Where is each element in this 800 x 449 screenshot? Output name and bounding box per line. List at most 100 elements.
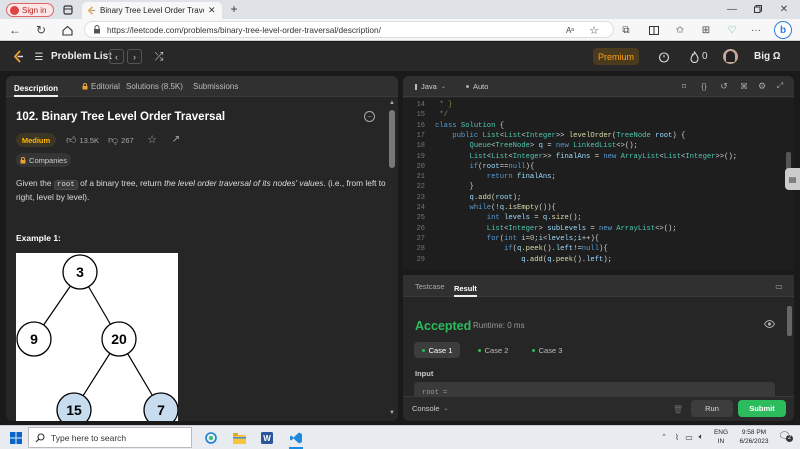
- code-line[interactable]: * }: [435, 100, 452, 110]
- volume-icon[interactable]: 🔈︎: [696, 432, 706, 442]
- read-aloud-icon[interactable]: Aa: [564, 24, 576, 36]
- language-select[interactable]: Java ⌄: [415, 82, 446, 91]
- language-indicator[interactable]: ENG IN: [712, 429, 730, 446]
- code-line[interactable]: int levels = q.size();: [435, 213, 582, 223]
- tab-description[interactable]: Description: [14, 82, 59, 97]
- restore-icon[interactable]: [752, 3, 764, 15]
- tab-solutions[interactable]: Solutions (8.5K): [126, 82, 183, 91]
- close-tab-icon[interactable]: ✕: [208, 5, 216, 16]
- more-options-icon[interactable]: ···: [750, 24, 762, 36]
- side-notes-tab[interactable]: ▤: [785, 168, 800, 190]
- eye-icon[interactable]: [763, 319, 775, 329]
- submit-button[interactable]: Submit: [738, 400, 786, 417]
- console-toggle[interactable]: Console ⌄: [412, 404, 449, 413]
- taskbar-search-box[interactable]: Type here to search: [28, 427, 192, 448]
- problem-list-icon[interactable]: ☰: [33, 51, 45, 63]
- code-line[interactable]: }: [435, 182, 474, 192]
- word-icon[interactable]: W: [260, 431, 274, 445]
- extensions-icon[interactable]: ⧉: [620, 24, 632, 36]
- user-avatar[interactable]: [723, 49, 738, 64]
- bookmark-icon[interactable]: ⌑: [679, 81, 689, 91]
- refresh-icon[interactable]: ↻: [34, 23, 48, 37]
- case-1-tab[interactable]: Case 1: [414, 342, 460, 358]
- tab-editorial[interactable]: Editorial: [82, 82, 120, 91]
- code-line[interactable]: class Solution {: [435, 121, 504, 131]
- address-bar[interactable]: https://leetcode.com/problems/binary-tre…: [84, 21, 614, 38]
- code-area[interactable]: * } */class Solution { public List<List<…: [435, 100, 785, 270]
- code-line[interactable]: if(root==null){: [435, 162, 535, 172]
- star-icon[interactable]: ☆: [146, 133, 158, 146]
- task-view-icon[interactable]: [204, 431, 218, 445]
- profile-button[interactable]: Sign in: [6, 3, 54, 17]
- line-number: 24: [416, 204, 425, 212]
- auto-mode[interactable]: Auto: [466, 82, 488, 91]
- problem-list-link[interactable]: Problem List: [51, 51, 112, 62]
- window-close-icon[interactable]: ✕: [778, 3, 790, 15]
- new-tab-icon[interactable]: +: [228, 2, 240, 16]
- windows-start-icon[interactable]: [9, 431, 22, 444]
- dislike-button[interactable]: 👎︎ 267: [108, 134, 134, 146]
- collections-icon[interactable]: ⊞: [700, 24, 712, 36]
- workspaces-icon[interactable]: [62, 4, 74, 16]
- battery-icon[interactable]: ▭: [684, 432, 694, 442]
- premium-button[interactable]: Premium: [593, 48, 639, 65]
- favorite-icon[interactable]: ☆: [588, 24, 600, 37]
- code-line[interactable]: while(!q.isEmpty()){: [435, 203, 556, 213]
- code-line[interactable]: if(q.peek().left!=null){: [435, 244, 608, 254]
- scroll-thumb[interactable]: [389, 110, 395, 168]
- trash-icon[interactable]: 🗑︎: [673, 404, 683, 414]
- scroll-down-arrow-icon[interactable]: ▼: [389, 410, 395, 416]
- notification-center[interactable]: 🗨︎ 2: [778, 431, 794, 444]
- problem-title[interactable]: 102. Binary Tree Level Order Traversal: [16, 111, 225, 123]
- code-line[interactable]: public List<List<Integer>> levelOrder(Tr…: [435, 131, 685, 141]
- split-screen-icon[interactable]: [648, 24, 660, 36]
- input-box[interactable]: root =: [414, 382, 775, 397]
- tray-expand-icon[interactable]: ⌃: [660, 433, 668, 441]
- code-line[interactable]: q.add(q.peek().left);: [435, 255, 612, 265]
- code-line[interactable]: Queue<TreeNode> q = new LinkedList<>();: [435, 141, 638, 151]
- vscode-icon[interactable]: [289, 431, 303, 445]
- result-panel-layout-icon[interactable]: ▭: [774, 281, 784, 291]
- heart-extension-icon[interactable]: ♡: [726, 24, 738, 36]
- share-icon[interactable]: ↗: [170, 133, 182, 145]
- scroll-up-arrow-icon[interactable]: ▲: [389, 100, 395, 106]
- back-icon[interactable]: ←: [8, 23, 22, 37]
- settings-gear-icon[interactable]: ⚙: [757, 81, 767, 91]
- active-tab[interactable]: Binary Tree Level Order Traversal ✕: [82, 2, 222, 19]
- timer-icon[interactable]: [656, 49, 671, 64]
- file-explorer-icon[interactable]: [232, 431, 246, 445]
- code-line[interactable]: */: [435, 110, 448, 120]
- shortcuts-icon[interactable]: ⌘: [739, 81, 749, 91]
- case-2-tab[interactable]: Case 2: [470, 342, 516, 358]
- case-3-tab[interactable]: Case 3: [524, 342, 570, 358]
- code-braces-icon[interactable]: {}: [699, 81, 709, 91]
- prev-problem-icon[interactable]: ‹: [109, 49, 124, 64]
- code-line[interactable]: List<List<Integer>> finalAns = new Array…: [435, 152, 738, 162]
- minimize-icon[interactable]: —: [726, 3, 738, 15]
- bing-copilot-icon[interactable]: b: [774, 21, 792, 39]
- next-problem-icon[interactable]: ›: [127, 49, 142, 64]
- leetcode-logo-icon[interactable]: [12, 50, 24, 63]
- streak-fire-icon[interactable]: [688, 49, 700, 64]
- clock[interactable]: 9:58 PM 6/26/2023: [734, 429, 774, 446]
- tab-result[interactable]: Result: [454, 282, 477, 297]
- companies-badge[interactable]: Companies: [16, 153, 71, 167]
- network-icon[interactable]: ⌇: [672, 432, 682, 442]
- code-line[interactable]: q.add(root);: [435, 193, 522, 203]
- username[interactable]: Big Ω: [754, 51, 781, 62]
- run-button[interactable]: Run: [691, 400, 733, 417]
- shuffle-icon[interactable]: ⤮: [152, 50, 166, 64]
- description-scrollbar[interactable]: ▲ ▼: [389, 100, 395, 418]
- code-editor[interactable]: 14 15 16 17 18 19 20 21 22 23 24 25 26 27 28 29 * } */c…: [403, 98, 794, 270]
- code-line[interactable]: List<Integer> subLevels = new ArrayList<…: [435, 224, 677, 234]
- result-scrollbar-thumb[interactable]: [787, 306, 792, 336]
- tab-testcase[interactable]: Testcase: [415, 282, 445, 291]
- favorites-bar-icon[interactable]: ✩: [674, 24, 686, 36]
- code-line[interactable]: for(int i=0;i<levels;i++){: [435, 234, 599, 244]
- reset-code-icon[interactable]: ↺: [719, 81, 729, 91]
- like-button[interactable]: 👍︎ 13.5K: [66, 134, 99, 146]
- tab-submissions[interactable]: Submissions: [193, 82, 238, 91]
- code-line[interactable]: return finalAns;: [435, 172, 556, 182]
- home-icon[interactable]: [60, 23, 74, 37]
- fullscreen-icon[interactable]: ⤢: [775, 81, 785, 91]
